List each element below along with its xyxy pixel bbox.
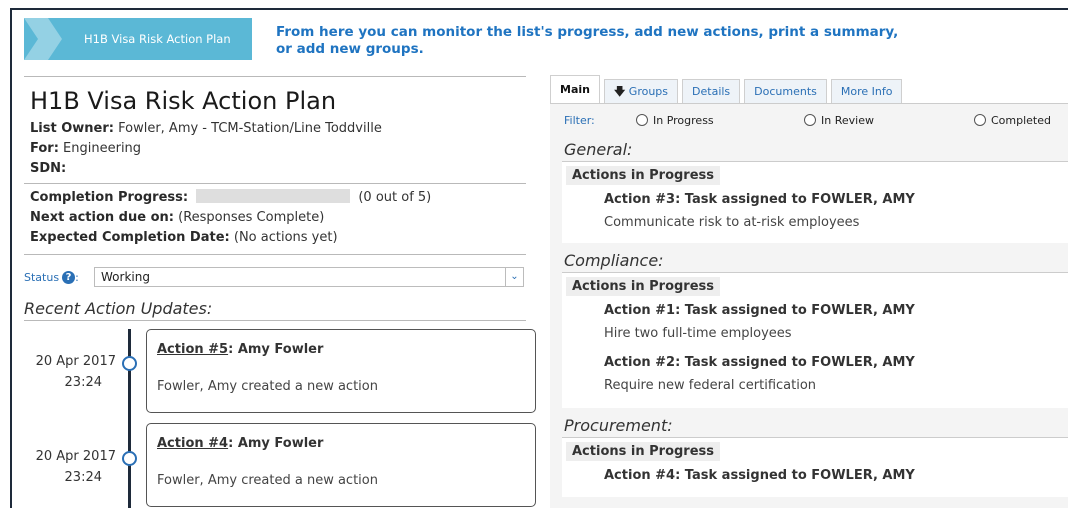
next-action-label: Next action due on: — [30, 210, 174, 225]
status-colon: : — [75, 270, 79, 284]
timeline-date-time: 23:24 — [64, 375, 102, 390]
divider — [24, 320, 526, 321]
action-title[interactable]: Action #4: Task assigned to FOWLER, AMY — [604, 467, 1068, 485]
timeline-date-day: 20 Apr 2017 — [35, 449, 116, 464]
divider — [24, 254, 526, 255]
breadcrumb-label: H1B Visa Risk Action Plan — [84, 32, 231, 46]
tab-more-info[interactable]: More Info — [830, 79, 903, 103]
recent-updates-timeline: 20 Apr 2017 23:24 Action #5: Amy Fowler … — [24, 329, 536, 508]
group-box: Actions in Progress Action #1: Task assi… — [562, 272, 1068, 408]
expected-date-value: (No actions yet) — [233, 230, 338, 245]
timeline-date-time: 23:24 — [64, 470, 102, 485]
action-title[interactable]: Action #3: Task assigned to FOWLER, AMY — [604, 191, 1068, 209]
card-author: : Amy Fowler — [228, 436, 324, 451]
actions-panel: Main 🡇 Groups Details Documents More Inf… — [550, 75, 1068, 508]
app-frame: H1B Visa Risk Action Plan From here you … — [10, 8, 1068, 508]
owner-label: List Owner: — [30, 121, 114, 136]
filter-option-in-progress[interactable]: In Progress — [636, 113, 804, 127]
group-subheading: Actions in Progress — [566, 166, 721, 185]
filter-row: Filter: In Progress In Review Completed — [564, 108, 1068, 132]
tab-bar: Main 🡇 Groups Details Documents More Inf… — [550, 75, 1068, 104]
status-value: Working — [101, 270, 150, 284]
divider — [24, 76, 526, 77]
plan-progress-info: Completion Progress: (0 out of 5) Next a… — [30, 184, 526, 254]
tab-label: Main — [560, 83, 590, 96]
radio-icon[interactable] — [974, 113, 986, 126]
action-description: Hire two full-time employees — [604, 326, 792, 341]
for-value: Engineering — [63, 141, 142, 156]
filter-option-in-review[interactable]: In Review — [804, 113, 974, 127]
timeline-date-day: 20 Apr 2017 — [35, 354, 116, 369]
action-link[interactable]: Action #5 — [157, 342, 228, 357]
filter-label: Filter: — [564, 113, 595, 127]
action-title[interactable]: Action #2: Task assigned to FOWLER, AMY — [604, 354, 1068, 372]
for-label: For: — [30, 141, 59, 156]
group-heading: General: — [564, 140, 633, 159]
timeline-dot — [122, 451, 137, 466]
timeline-date: 20 Apr 2017 23:24 — [24, 446, 116, 488]
tab-label: Documents — [754, 85, 817, 98]
action-update-card[interactable]: Action #5: Amy Fowler Fowler, Amy create… — [146, 329, 536, 413]
breadcrumb-arrow-icon — [24, 18, 62, 60]
timeline-date: 20 Apr 2017 23:24 — [24, 351, 116, 393]
chevron-down-icon[interactable]: ⌄ — [505, 268, 523, 286]
recent-updates-heading: Recent Action Updates: — [24, 299, 213, 318]
card-title: Action #5: Amy Fowler — [157, 342, 525, 357]
status-select[interactable]: Working ⌄ — [94, 267, 524, 287]
radio-icon[interactable] — [636, 113, 648, 126]
radio-icon[interactable] — [804, 113, 816, 126]
filter-option-label: In Review — [821, 113, 874, 127]
progress-label: Completion Progress: — [30, 190, 189, 205]
filter-option-label: In Progress — [653, 113, 714, 127]
down-arrow-icon: 🡇 — [613, 85, 626, 98]
card-body: Fowler, Amy created a new action — [157, 473, 378, 488]
owner-value: Fowler, Amy - TCM-Station/Line Toddville — [118, 121, 382, 136]
progress-bar — [196, 189, 351, 203]
tab-label: More Info — [840, 85, 893, 98]
group-box: Actions in Progress Action #4: Task assi… — [562, 437, 1068, 497]
help-icon[interactable]: ? — [62, 270, 76, 284]
next-action-value: (Responses Complete) — [178, 210, 325, 225]
expected-date-label: Expected Completion Date: — [30, 230, 230, 245]
tab-groups[interactable]: 🡇 Groups — [603, 79, 679, 103]
main-tab-content: Filter: In Progress In Review Completed … — [550, 104, 1068, 508]
action-update-card[interactable]: Action #4: Amy Fowler Fowler, Amy create… — [146, 423, 536, 507]
progress-text: (0 out of 5) — [358, 190, 432, 205]
sdn-label: SDN: — [30, 161, 67, 176]
tab-main[interactable]: Main — [550, 75, 600, 103]
group-subheading: Actions in Progress — [566, 442, 721, 461]
page-title: H1B Visa Risk Action Plan — [30, 87, 337, 115]
action-description: Require new federal certification — [604, 378, 817, 393]
group-subheading: Actions in Progress — [566, 277, 721, 296]
tab-label: Groups — [628, 85, 669, 98]
group-heading: Procurement: — [564, 416, 673, 435]
status-label: Status ? : — [24, 270, 94, 284]
tab-label: Details — [692, 85, 731, 98]
filter-option-completed[interactable]: Completed — [974, 113, 1051, 127]
status-label-text: Status — [24, 270, 60, 284]
card-body: Fowler, Amy created a new action — [157, 379, 378, 394]
header-message: From here you can monitor the list's pro… — [276, 24, 899, 57]
action-link[interactable]: Action #4 — [157, 436, 228, 451]
tab-documents[interactable]: Documents — [744, 79, 827, 103]
tab-details[interactable]: Details — [682, 79, 741, 103]
group-box: Actions in Progress Action #3: Task assi… — [562, 161, 1068, 243]
plan-owner-info: List Owner: Fowler, Amy - TCM-Station/Li… — [30, 119, 526, 179]
breadcrumb[interactable]: H1B Visa Risk Action Plan — [24, 18, 252, 60]
action-title[interactable]: Action #1: Task assigned to FOWLER, AMY — [604, 302, 1068, 320]
action-description: Communicate risk to at-risk employees — [604, 215, 860, 230]
card-author: : Amy Fowler — [228, 342, 324, 357]
status-row: Status ? : Working ⌄ — [24, 267, 526, 287]
plan-summary-panel: H1B Visa Risk Action Plan List Owner: Fo… — [24, 76, 536, 508]
filter-option-label: Completed — [991, 113, 1051, 127]
timeline-dot — [122, 356, 137, 371]
card-title: Action #4: Amy Fowler — [157, 436, 525, 451]
group-heading: Compliance: — [564, 251, 664, 270]
